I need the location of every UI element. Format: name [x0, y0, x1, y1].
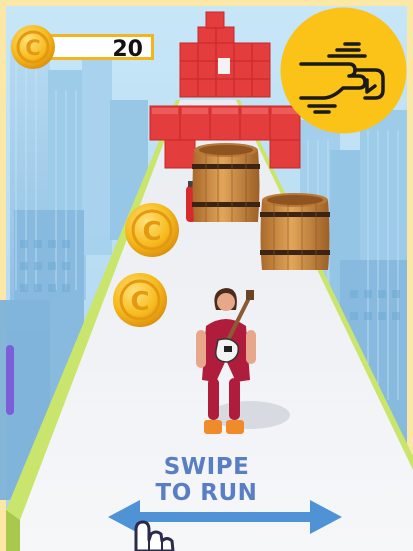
coin-count: 20 — [112, 37, 143, 62]
svg-text:C: C — [25, 36, 40, 60]
svg-text:C: C — [130, 287, 149, 317]
track-coin: C — [113, 273, 167, 327]
coin-counter: 20 C — [10, 24, 162, 69]
game-viewport[interactable]: C C 20 C SWIPE TO RUN — [0, 0, 413, 551]
svg-text:C: C — [142, 217, 161, 247]
barrel-right — [260, 193, 330, 270]
track-coin: C — [125, 203, 179, 257]
no-ads-button[interactable] — [279, 6, 408, 135]
barrel-front — [192, 143, 260, 222]
swipe-instruction-line1: SWIPE — [163, 454, 250, 480]
swipe-instruction-line2: TO RUN — [155, 480, 258, 506]
coin-icon: C — [11, 25, 55, 69]
coin-counter-box: 20 — [50, 34, 154, 62]
